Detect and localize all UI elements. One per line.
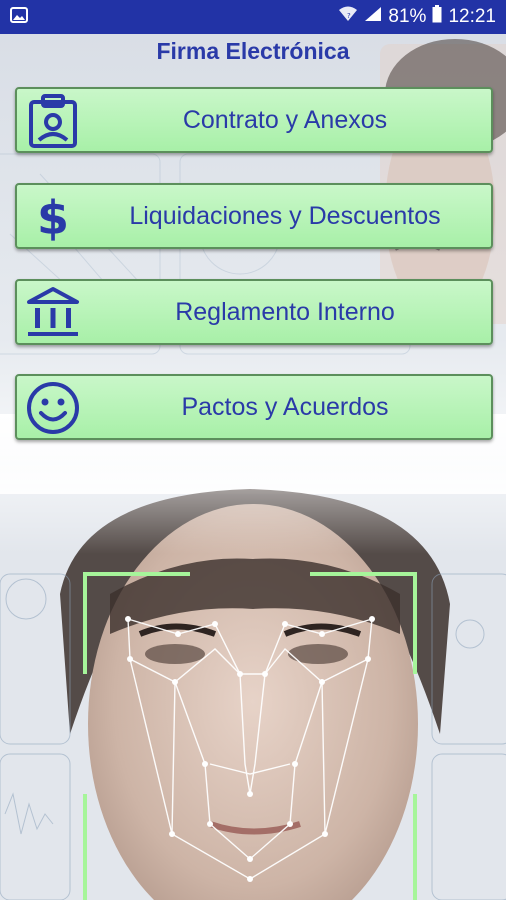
signal-icon bbox=[364, 6, 382, 28]
liquidaciones-label: Liquidaciones y Descuentos bbox=[129, 201, 441, 230]
status-bar: ? 81% 12:21 bbox=[0, 0, 506, 34]
pactos-label: Pactos y Acuerdos bbox=[181, 392, 389, 421]
id-badge-icon bbox=[23, 93, 83, 149]
contrato-button[interactable]: Contrato y Anexos bbox=[15, 87, 493, 153]
svg-text:?: ? bbox=[347, 12, 351, 20]
svg-text:$: $ bbox=[37, 191, 69, 244]
wifi-icon: ? bbox=[338, 6, 358, 28]
battery-icon bbox=[432, 5, 442, 29]
page-title: Firma Electrónica bbox=[156, 38, 350, 64]
battery-percent: 81% bbox=[388, 6, 427, 27]
smiley-icon bbox=[23, 380, 83, 436]
background-face-recognition-image bbox=[0, 34, 506, 900]
pactos-button[interactable]: Pactos y Acuerdos bbox=[15, 374, 493, 440]
image-icon bbox=[10, 6, 28, 28]
liquidaciones-button[interactable]: $ Liquidaciones y Descuentos bbox=[15, 183, 493, 249]
bank-icon bbox=[23, 285, 83, 341]
reglamento-label: Reglamento Interno bbox=[175, 297, 395, 326]
clock: 12:21 bbox=[448, 6, 496, 27]
dollar-icon: $ bbox=[23, 189, 83, 245]
contrato-label: Contrato y Anexos bbox=[182, 105, 388, 134]
reglamento-button[interactable]: Reglamento Interno bbox=[15, 279, 493, 345]
